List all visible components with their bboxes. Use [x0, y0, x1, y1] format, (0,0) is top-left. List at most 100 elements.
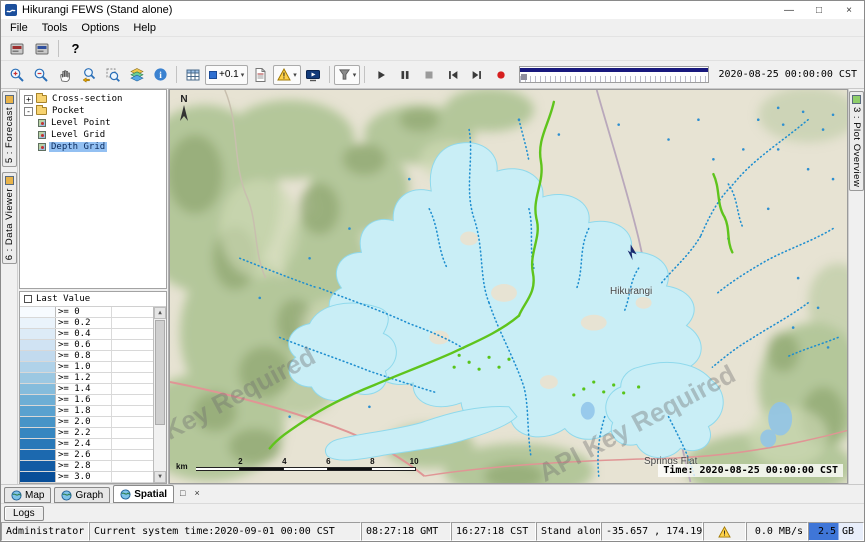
legend-color-swatch	[20, 351, 56, 361]
legend-entry: >= 2.0	[20, 417, 153, 428]
tree-node-label[interactable]: Level Point	[49, 118, 113, 128]
map-canvas[interactable]	[170, 90, 847, 483]
side-tab[interactable]: 3 : Plot Overview	[849, 91, 864, 191]
legend-entry: >= 0.2	[20, 318, 153, 329]
scroll-up-icon[interactable]: ▲	[154, 307, 166, 319]
legend-header: Last Value	[20, 292, 166, 307]
tree-expander-icon[interactable]: +	[24, 95, 33, 104]
menu-item[interactable]: Help	[126, 20, 163, 36]
tree-node[interactable]: Level Grid	[20, 129, 166, 141]
zoom-previous-icon[interactable]	[77, 64, 100, 85]
help-icon[interactable]: ?	[64, 38, 87, 59]
side-tab[interactable]: 6 : Data Viewer	[2, 172, 17, 264]
window-title: Hikurangi FEWS (Stand alone)	[22, 4, 172, 16]
tree-node-label[interactable]: Pocket	[50, 106, 87, 116]
dock-close-icon[interactable]: ×	[191, 488, 202, 498]
menu-item[interactable]: File	[3, 20, 35, 36]
skip-start-icon[interactable]	[441, 64, 464, 85]
map-viewport[interactable]: N API Key Required API Key Required Hiku…	[169, 89, 848, 484]
scale-segment: 10	[372, 467, 416, 471]
info-icon[interactable]: i	[149, 64, 172, 85]
minimize-button[interactable]: —	[774, 1, 804, 19]
record-icon[interactable]	[489, 64, 512, 85]
close-button[interactable]: ×	[834, 1, 864, 19]
status-coordinates: -35.657 , 174.199	[601, 522, 703, 541]
tree-expander-icon[interactable]: -	[24, 107, 33, 116]
current-datetime-label: 2020-08-25 00:00:00 CST	[716, 69, 860, 80]
legend-entry: >= 1.8	[20, 406, 153, 417]
legend-entry: >= 1.2	[20, 373, 153, 384]
maximize-button[interactable]: □	[804, 1, 834, 19]
svg-text:!: !	[283, 72, 286, 81]
legend-entry-label: >= 0.2	[56, 318, 112, 328]
database-blue-icon[interactable]	[30, 38, 53, 59]
zoom-in-icon[interactable]	[5, 64, 28, 85]
display-animation-icon[interactable]	[302, 64, 325, 85]
dock-tab-bar: Map Graph Spatial □ ×	[1, 484, 864, 503]
menu-item[interactable]: Options	[74, 20, 126, 36]
legend-entry: >= 0.6	[20, 340, 153, 351]
logs-button[interactable]: Logs	[4, 506, 44, 521]
legend-color-swatch	[20, 373, 56, 383]
legend-color-swatch	[20, 362, 56, 372]
legend-entry-label: >= 0.6	[56, 340, 112, 350]
legend-entry: >= 1.0	[20, 362, 153, 373]
explorer-panel: + Cross-section .tree-row .tree-label.se…	[17, 89, 169, 484]
pan-hand-icon[interactable]	[53, 64, 76, 85]
menu-item[interactable]: Tools	[35, 20, 75, 36]
layer-icon	[38, 119, 46, 127]
dock-tab[interactable]: Spatial	[113, 485, 174, 503]
side-tab-icon	[5, 176, 14, 185]
side-tab-label: 5 : Forecast	[4, 107, 15, 163]
funnel-icon	[338, 68, 351, 81]
dock-tab-label: Map	[25, 490, 44, 501]
dock-tab[interactable]: Map	[4, 487, 51, 503]
dock-float-icon[interactable]: □	[177, 488, 188, 498]
place-label-hikurangi: Hikurangi	[610, 286, 652, 297]
warning-dropdown[interactable]: ! ▾	[273, 65, 301, 85]
folder-icon	[36, 95, 47, 103]
side-tab-icon	[5, 95, 14, 104]
side-tab-icon	[852, 95, 861, 104]
legend-entry-label: >= 0.4	[56, 329, 112, 339]
threshold-dropdown[interactable]: +0.1 ▾	[205, 65, 248, 85]
stop-icon[interactable]	[417, 64, 440, 85]
legend-scrollbar[interactable]: ▲ ▼	[153, 307, 166, 483]
time-slider[interactable]	[519, 66, 708, 83]
play-icon[interactable]	[369, 64, 392, 85]
legend-entry-label: >= 1.6	[56, 395, 112, 405]
side-tab[interactable]: 5 : Forecast	[2, 91, 17, 167]
last-value-checkbox[interactable]	[24, 295, 32, 303]
scale-segment: 6	[284, 467, 328, 471]
skip-end-icon[interactable]	[465, 64, 488, 85]
layer-tree: + Cross-section .tree-row .tree-label.se…	[19, 89, 167, 289]
tree-node-label[interactable]: Level Grid	[49, 130, 107, 140]
legend-entry: >= 3.0	[20, 472, 153, 483]
tree-node-label[interactable]: Depth Grid	[49, 142, 107, 152]
tree-node[interactable]: Level Point	[20, 117, 166, 129]
zoom-out-icon[interactable]	[29, 64, 52, 85]
legend-color-swatch	[20, 417, 56, 427]
layer-icon	[38, 131, 46, 139]
logs-row: Logs	[1, 503, 864, 522]
zoom-extent-icon[interactable]	[101, 64, 124, 85]
status-gmt-time: 08:27:18 GMT	[361, 522, 451, 541]
tree-node[interactable]: Depth Grid	[20, 141, 166, 153]
legend-color-swatch	[20, 461, 56, 471]
scroll-thumb[interactable]	[155, 320, 165, 425]
tree-node[interactable]: + Cross-section	[20, 93, 166, 105]
layers-icon[interactable]	[125, 64, 148, 85]
grid-table-icon[interactable]	[181, 64, 204, 85]
tree-node[interactable]: - Pocket	[20, 105, 166, 117]
pause-icon[interactable]	[393, 64, 416, 85]
legend-entry-label: >= 2.8	[56, 461, 112, 471]
dock-tab[interactable]: Graph	[54, 487, 110, 503]
legend-entry-label: >= 1.4	[56, 384, 112, 394]
database-red-icon[interactable]	[5, 38, 28, 59]
tree-node-label[interactable]: Cross-section	[50, 94, 124, 104]
document-icon[interactable]	[249, 64, 272, 85]
filter-dropdown[interactable]: ▾	[334, 65, 361, 85]
scroll-down-icon[interactable]: ▼	[154, 471, 166, 483]
legend-color-swatch	[20, 472, 56, 482]
chevron-down-icon: ▾	[241, 71, 245, 79]
